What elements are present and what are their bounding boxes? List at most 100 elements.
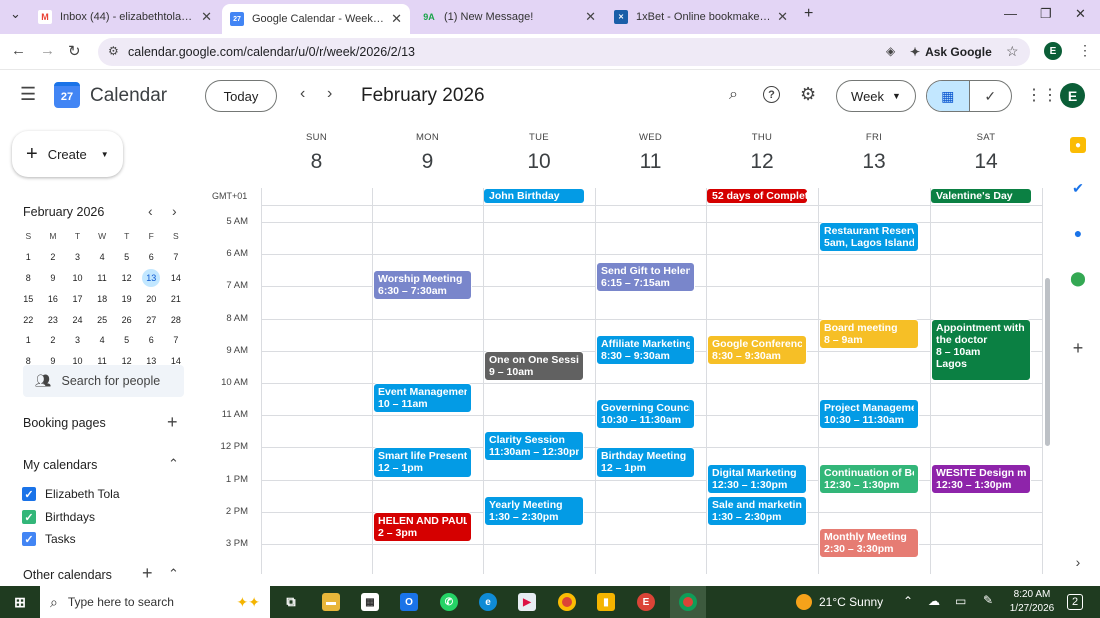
tab-1xbet[interactable]: ✕ 1xBet - Online bookmaker in N ✕ (606, 4, 796, 30)
settings-gear-icon[interactable]: ⚙ (800, 84, 816, 105)
mini-day-cell[interactable]: 3 (68, 331, 86, 349)
calendar-event[interactable]: HELEN AND PAUL 2 – 3pm (373, 511, 472, 542)
day-number-button[interactable]: 11 (601, 150, 701, 174)
clock-time[interactable]: 8:20 AM (1012, 589, 1052, 600)
task-view-icon[interactable]: ⧉ (282, 593, 300, 611)
calendar-event[interactable]: Digital Marketing 12:30 – 1:30pm (707, 463, 807, 494)
day-number-button[interactable]: 8 (267, 150, 367, 174)
view-selector-button[interactable]: Week ▼ (836, 80, 916, 112)
calendar-item-tasks[interactable]: ✓ Tasks (22, 530, 76, 548)
search-people-field[interactable]: 👥︎ Search for people (23, 365, 184, 397)
mini-day-cell[interactable]: 5 (118, 248, 136, 266)
media-player-icon[interactable]: ▶ (518, 593, 536, 611)
minimize-icon[interactable]: — (1004, 6, 1017, 21)
day-number-button[interactable]: 10 (489, 150, 589, 174)
create-button[interactable]: + Create ▼ (12, 131, 123, 177)
day-number-button[interactable]: 14 (936, 150, 1036, 174)
mini-day-cell[interactable]: 9 (44, 269, 62, 287)
calendar-event[interactable]: Governing Council 10:30 – 11:30am (596, 399, 695, 430)
power-bi-icon[interactable]: ▮ (597, 593, 615, 611)
mini-day-cell[interactable]: 4 (93, 331, 111, 349)
mini-day-cell[interactable]: 26 (118, 311, 136, 329)
calendar-item-birthdays[interactable]: ✓ Birthdays (22, 508, 95, 526)
taskbar-search[interactable]: ⌕ Type here to search ✦✦ (40, 586, 270, 618)
lens-icon[interactable]: ◈ (886, 44, 895, 58)
close-window-icon[interactable]: ✕ (1075, 6, 1086, 22)
tab-gmail[interactable]: M Inbox (44) - elizabethtola86@g ✕ (30, 4, 220, 30)
outlook-icon[interactable]: O (400, 593, 418, 611)
browser-profile-avatar[interactable]: E (1044, 42, 1062, 60)
add-other-calendar-icon[interactable]: + (142, 563, 153, 584)
mini-day-cell[interactable]: 2 (44, 331, 62, 349)
all-day-event[interactable]: John Birthday (484, 189, 584, 203)
ask-google-button[interactable]: ✦ Ask Google (910, 41, 992, 63)
mini-day-cell[interactable]: 7 (167, 248, 185, 266)
calendar-event[interactable]: Affiliate Marketing Se8:30 – 9:30am (596, 334, 695, 365)
mini-day-cell[interactable]: 24 (68, 311, 86, 329)
close-tab-icon[interactable]: ✕ (391, 11, 402, 27)
mini-day-cell[interactable]: 12 (118, 269, 136, 287)
battery-icon[interactable]: ▭ (955, 594, 966, 608)
tab-search-icon[interactable]: ⌄ (10, 6, 21, 22)
mini-day-cell[interactable]: 19 (118, 290, 136, 308)
tray-overflow-icon[interactable]: ⌃ (903, 594, 913, 608)
windows-start-icon[interactable]: ⊞ (11, 593, 29, 611)
edge-icon[interactable]: e (479, 593, 497, 611)
pen-icon[interactable]: ✎ (983, 593, 993, 607)
calendar-event[interactable]: Project Management10:30 – 11:30am (819, 399, 919, 430)
calendar-event[interactable]: One on One Session9 – 10am (484, 350, 584, 381)
mini-day-cell[interactable]: 13 (142, 268, 161, 287)
mini-day-cell[interactable]: 10 (68, 269, 86, 287)
tasks-icon[interactable]: ✔ (1070, 180, 1086, 196)
mini-day-cell[interactable]: 6 (142, 331, 160, 349)
tab-calendar[interactable]: 27 Google Calendar - Week of Feb ✕ (222, 4, 410, 34)
calendar-event[interactable]: Restaurant Reservati5am, Lagos Island (819, 222, 919, 253)
mini-day-cell[interactable]: 27 (142, 311, 160, 329)
mini-day-cell[interactable]: 2 (44, 248, 62, 266)
new-tab-button[interactable]: + (804, 5, 813, 23)
mini-day-cell[interactable]: 14 (167, 269, 185, 287)
all-day-event[interactable]: Valentine's Day (931, 189, 1031, 203)
calendar-event[interactable]: Appointment with the doctor 8 – 10am Lagos (931, 318, 1031, 381)
calendar-event[interactable]: Smart life Presentatio12 – 1pm (373, 447, 472, 478)
calendar-view-icon[interactable]: ▦ (927, 81, 969, 111)
mini-day-cell[interactable]: 11 (93, 269, 111, 287)
mini-next-month-icon[interactable]: › (172, 203, 177, 219)
mini-prev-month-icon[interactable]: ‹ (148, 203, 153, 219)
address-bar[interactable]: ⚙ calendar.google.com/calendar/u/0/r/wee… (98, 38, 1030, 66)
microsoft-store-icon[interactable]: ▦ (361, 593, 379, 611)
add-booking-page-icon[interactable]: + (167, 412, 178, 433)
previous-week-icon[interactable]: ‹ (300, 85, 305, 103)
mini-day-cell[interactable]: 25 (93, 311, 111, 329)
checkbox-checked-icon[interactable]: ✓ (22, 510, 36, 524)
back-icon[interactable]: ← (11, 42, 26, 59)
calendar-event[interactable]: Sale and marketing 1:30 – 2:30pm (707, 495, 807, 526)
keep-icon[interactable]: ● (1070, 137, 1086, 153)
apps-grid-icon[interactable]: ⋮⋮ (1026, 85, 1058, 105)
mini-day-cell[interactable]: 28 (167, 311, 185, 329)
site-info-icon[interactable]: ⚙ (108, 44, 119, 58)
reload-icon[interactable]: ↻ (68, 42, 81, 60)
calendar-event[interactable]: Continuation of Boar12:30 – 1:30pm (819, 463, 919, 494)
url-text[interactable]: calendar.google.com/calendar/u/0/r/week/… (128, 45, 415, 59)
week-view-scrollbar[interactable] (1045, 278, 1050, 446)
calendar-event[interactable]: WESITE Design meet12:30 – 1:30pm (931, 463, 1031, 494)
mini-day-cell[interactable]: 5 (118, 331, 136, 349)
weather-text[interactable]: 21°C Sunny (819, 595, 883, 609)
next-week-icon[interactable]: › (327, 85, 332, 103)
close-tab-icon[interactable]: ✕ (777, 9, 788, 25)
calendar-event[interactable]: Birthday Meeting 12 – 1pm (596, 447, 695, 478)
chrome-icon[interactable] (558, 593, 576, 611)
close-tab-icon[interactable]: ✕ (201, 9, 212, 25)
bookmark-star-icon[interactable]: ☆ (1006, 43, 1019, 60)
mini-day-cell[interactable]: 8 (19, 269, 37, 287)
file-explorer-icon[interactable]: ▬ (322, 593, 340, 611)
onedrive-icon[interactable]: ☁ (928, 594, 940, 608)
day-number-button[interactable]: 12 (712, 150, 812, 174)
help-icon[interactable]: ? (763, 86, 780, 103)
collapse-chevron-icon[interactable]: ⌃ (168, 456, 179, 472)
tasks-view-icon[interactable]: ✓ (968, 81, 1012, 111)
mini-day-cell[interactable]: 16 (44, 290, 62, 308)
other-calendars-label[interactable]: Other calendars (23, 568, 112, 582)
mini-day-cell[interactable]: 15 (19, 290, 37, 308)
